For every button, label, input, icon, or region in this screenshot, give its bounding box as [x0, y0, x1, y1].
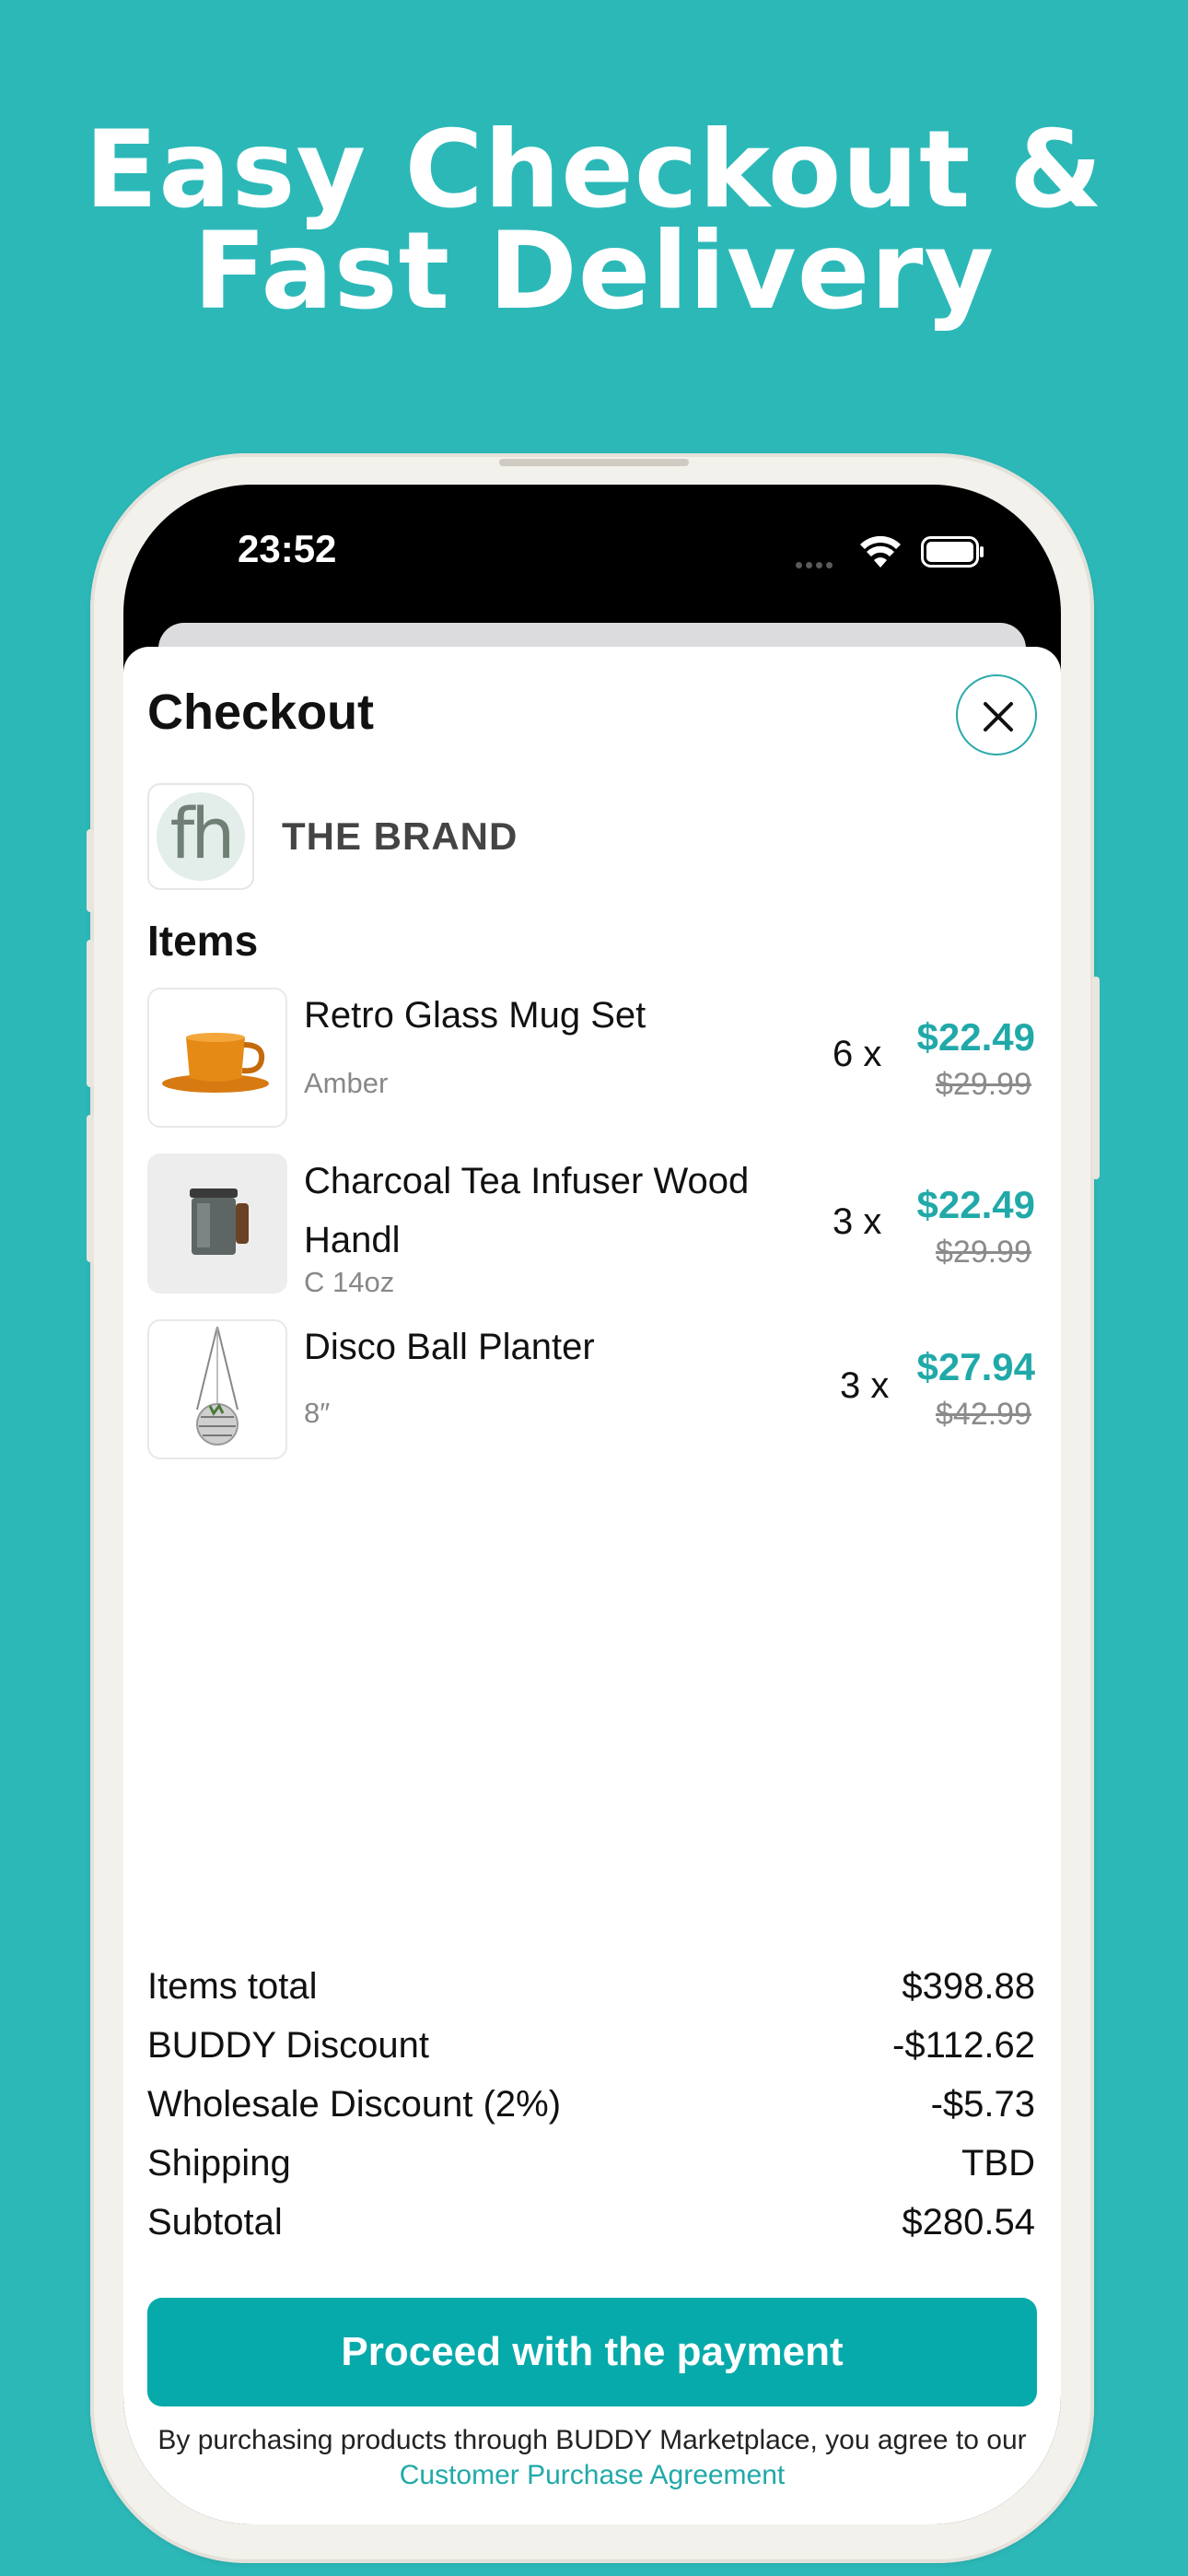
- total-value: TBD: [961, 2143, 1035, 2184]
- wifi-icon: [860, 535, 901, 568]
- battery-icon: [921, 536, 984, 568]
- item-original-price: $42.99: [936, 1397, 1031, 1432]
- brand-logo-text: fh: [157, 792, 245, 881]
- item-variant: C 14oz: [304, 1266, 395, 1298]
- signal-dots-icon: [796, 556, 844, 568]
- list-item[interactable]: Disco Ball Planter 8″ 3 x $27.94 $42.99: [147, 1319, 1037, 1459]
- brand-name[interactable]: THE BRAND: [282, 814, 518, 859]
- total-row-shipping: Shipping TBD: [147, 2143, 1037, 2198]
- item-name: Retro Glass Mug Set: [304, 995, 646, 1036]
- item-variant: Amber: [304, 1067, 389, 1099]
- brand-logo[interactable]: fh: [147, 783, 254, 890]
- total-row-subtotal: Subtotal $280.54: [147, 2202, 1037, 2257]
- item-variant: 8″: [304, 1397, 331, 1429]
- items-heading: Items: [147, 917, 259, 965]
- item-original-price: $29.99: [936, 1067, 1031, 1102]
- phone-side-button: [87, 1115, 94, 1262]
- total-label: Shipping: [147, 2143, 291, 2184]
- close-button[interactable]: [956, 674, 1037, 755]
- phone-screen: 23:52 Checkout fh THE BRAND Items Retro …: [123, 485, 1061, 2524]
- headline-line-2: Fast Delivery: [192, 209, 996, 334]
- total-label: BUDDY Discount: [147, 2025, 430, 2066]
- close-icon: [984, 702, 1013, 732]
- total-value: -$112.62: [892, 2025, 1035, 2066]
- list-item[interactable]: Charcoal Tea Infuser Wood Handl C 14oz 3…: [147, 1153, 1037, 1298]
- customer-purchase-agreement-link[interactable]: Customer Purchase Agreement: [400, 2460, 786, 2490]
- legal-text: By purchasing products through BUDDY Mar…: [157, 2425, 1027, 2455]
- item-quantity: 6 x: [833, 1034, 882, 1074]
- checkout-sheet: Checkout fh THE BRAND Items Retro Glass …: [123, 647, 1061, 2524]
- total-value: $398.88: [902, 1966, 1035, 2007]
- item-quantity: 3 x: [840, 1365, 890, 1406]
- phone-side-button: [1092, 977, 1100, 1179]
- headline-line-1: Easy Checkout &: [84, 108, 1103, 232]
- phone-side-button: [87, 940, 94, 1087]
- phone-top-slot: [499, 459, 689, 466]
- total-label: Wholesale Discount (2%): [147, 2084, 562, 2125]
- item-price: $22.49: [916, 1015, 1035, 1059]
- item-price: $27.94: [916, 1345, 1035, 1388]
- checkout-title: Checkout: [147, 685, 375, 740]
- item-name: Disco Ball Planter: [304, 1327, 595, 1367]
- promo-headline: Easy Checkout & Fast Delivery: [0, 108, 1188, 334]
- status-time: 23:52: [238, 527, 337, 570]
- total-label: Subtotal: [147, 2202, 283, 2242]
- phone-side-button: [87, 829, 94, 912]
- status-bar: 23:52: [123, 485, 1061, 623]
- product-image-infuser: [147, 1153, 287, 1294]
- item-original-price: $29.99: [936, 1235, 1031, 1270]
- total-row-wholesale-discount: Wholesale Discount (2%) -$5.73: [147, 2084, 1037, 2139]
- product-image-planter: [147, 1319, 287, 1459]
- product-image-mug: [147, 988, 287, 1128]
- list-item[interactable]: Retro Glass Mug Set Amber 6 x $22.49 $29…: [147, 988, 1037, 1128]
- legal-notice: By purchasing products through BUDDY Mar…: [147, 2423, 1037, 2493]
- total-row-buddy-discount: BUDDY Discount -$112.62: [147, 2025, 1037, 2080]
- total-value: -$5.73: [930, 2084, 1035, 2125]
- total-value: $280.54: [902, 2202, 1035, 2242]
- item-price: $22.49: [916, 1183, 1035, 1226]
- proceed-payment-button[interactable]: Proceed with the payment: [147, 2298, 1037, 2406]
- item-quantity: 3 x: [833, 1201, 882, 1242]
- item-name: Charcoal Tea Infuser Wood Handl: [304, 1161, 750, 1260]
- total-label: Items total: [147, 1966, 318, 2007]
- total-row-items-total: Items total $398.88: [147, 1966, 1037, 2021]
